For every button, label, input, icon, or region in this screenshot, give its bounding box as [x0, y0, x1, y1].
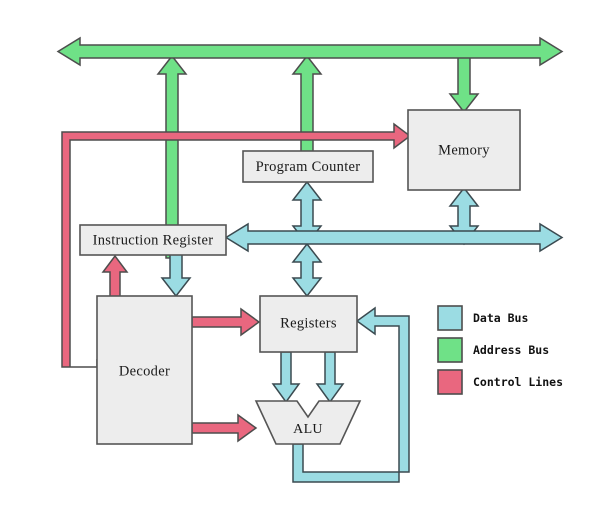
bus-data-registers-to-alu-left — [271, 351, 301, 404]
block-label-program-counter: Program Counter — [256, 159, 361, 175]
cpu-block-diagram: Memory Program Counter Instruction Regis… — [0, 0, 602, 521]
block-memory: Memory — [407, 109, 521, 191]
legend-item-address-bus: Address Bus — [437, 337, 549, 363]
control-decoder-to-ir — [101, 254, 129, 299]
legend-item-data-bus: Data Bus — [437, 305, 528, 331]
legend-item-control-lines: Control Lines — [437, 369, 563, 395]
bus-data-to-registers — [291, 242, 323, 298]
diagram-canvas: Memory Program Counter Instruction Regis… — [56, 36, 564, 483]
block-label-decoder: Decoder — [119, 363, 170, 379]
legend-label-control-lines: Control Lines — [473, 375, 563, 389]
bus-data-registers-to-alu-right — [315, 351, 345, 404]
legend-swatch-data-bus — [437, 305, 463, 331]
block-registers: Registers — [259, 295, 358, 353]
block-instruction-register: Instruction Register — [79, 224, 227, 256]
legend: Data Bus Address Bus Control Lines — [437, 305, 563, 395]
block-program-counter: Program Counter — [242, 150, 374, 183]
legend-label-address-bus: Address Bus — [473, 343, 549, 357]
block-label-memory: Memory — [438, 142, 490, 158]
block-label-registers: Registers — [280, 315, 337, 331]
bus-address-to-memory — [448, 49, 480, 114]
control-decoder-to-alu — [191, 413, 258, 443]
block-decoder: Decoder — [96, 295, 193, 445]
legend-label-data-bus: Data Bus — [473, 311, 528, 325]
block-alu: ALU — [254, 400, 362, 445]
legend-swatch-address-bus — [437, 337, 463, 363]
block-label-alu: ALU — [293, 422, 323, 437]
control-decoder-to-registers — [191, 307, 261, 337]
block-label-instruction-register: Instruction Register — [93, 232, 214, 248]
legend-swatch-control-lines — [437, 369, 463, 395]
bus-data-horizontal — [224, 222, 564, 253]
